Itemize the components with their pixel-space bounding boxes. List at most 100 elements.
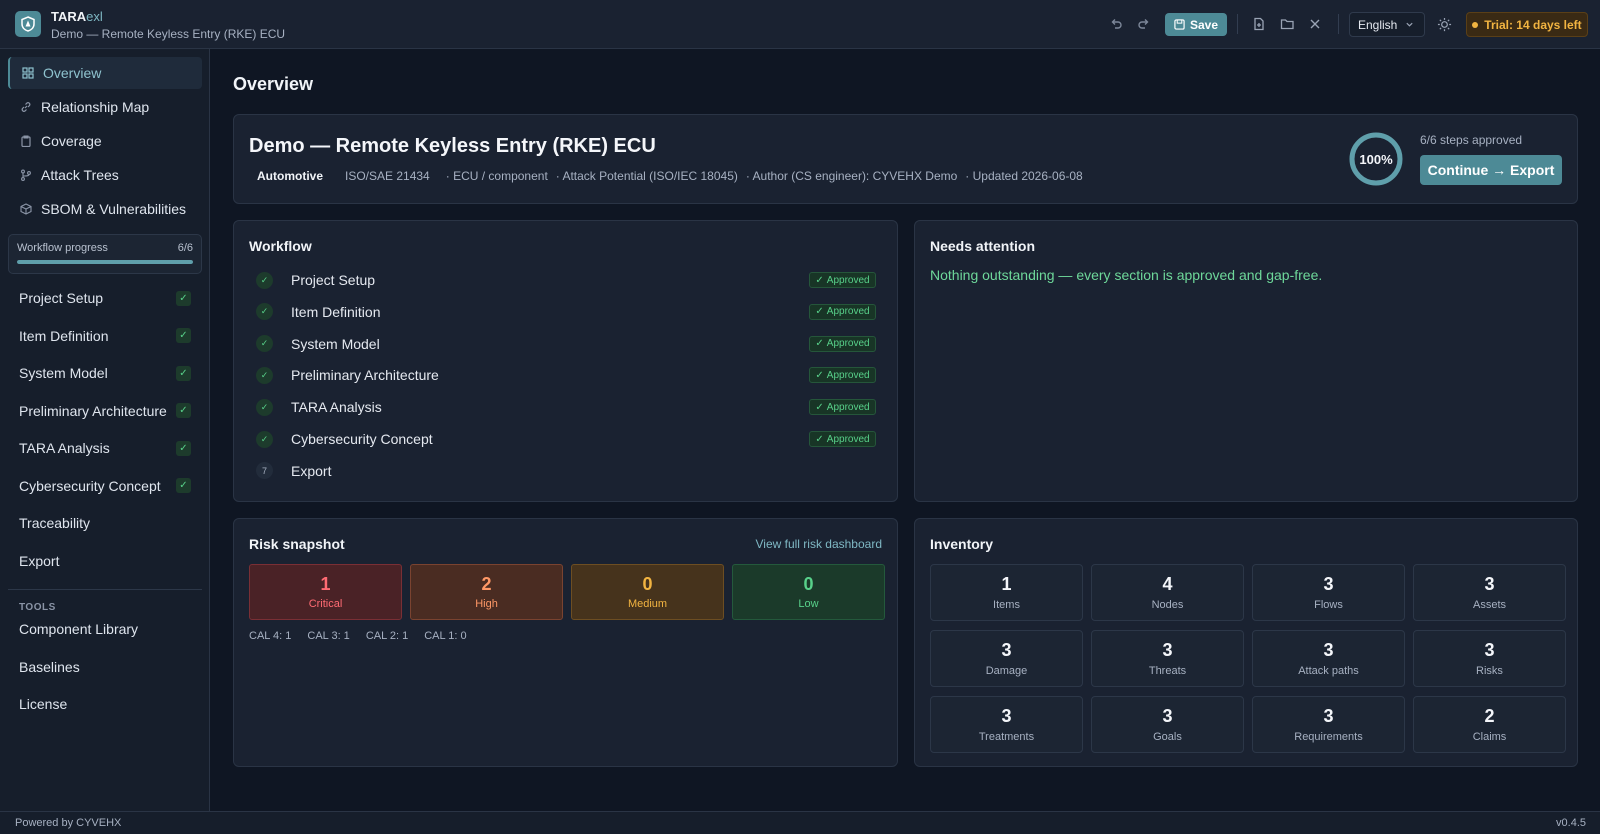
top-bar: TARAexl Demo — Remote Keyless Entry (RKE… [0, 0, 1600, 49]
sidebar-item-sbom[interactable]: SBOM & Vulnerabilities [8, 193, 202, 225]
risk-count: 0 [803, 574, 814, 594]
workflow-step-cybersecurity-concept[interactable]: ✓ Cybersecurity Concept ✓ Approved [256, 427, 876, 451]
sidebar-step-export[interactable]: Export [8, 544, 202, 578]
inventory-goals[interactable]: 3 Goals [1091, 696, 1244, 753]
risk-level-critical[interactable]: 1 Critical [249, 564, 402, 620]
approved-label: Approved [826, 433, 870, 445]
workflow-card: Workflow ✓ Project Setup ✓ Approved ✓ Item De… [233, 220, 898, 502]
continue-export-button[interactable]: Continue → Export [1420, 155, 1562, 185]
risk-snapshot-card: Risk snapshot View full risk dashboard 1… [233, 518, 898, 767]
sidebar-step-preliminary-architecture[interactable]: Preliminary Architecture ✓ [8, 394, 202, 428]
workflow-step-preliminary-architecture[interactable]: ✓ Preliminary Architecture ✓ Approved [256, 363, 876, 387]
sidebar-step-traceability[interactable]: Traceability [8, 506, 202, 540]
inventory-risks[interactable]: 3 Risks [1413, 630, 1566, 687]
check-icon: ✓ [256, 271, 273, 289]
version-label: v0.4.5 [1556, 817, 1586, 829]
cal-count: CAL 4: 1 [249, 630, 292, 642]
check-icon: ✓ [815, 433, 824, 445]
save-label: Save [1189, 17, 1219, 32]
inventory-label: Risks [1476, 665, 1503, 677]
inventory-count: 3 [1001, 640, 1012, 660]
app-title: TARAexl [51, 9, 103, 24]
trial-badge[interactable]: Trial: 14 days left [1466, 12, 1588, 37]
workflow-step-label: Export [291, 462, 332, 479]
powered-by: Powered by CYVEHX [15, 817, 122, 829]
sidebar-step-project-setup[interactable]: Project Setup ✓ [8, 281, 202, 315]
approved-badge: ✓ Approved [809, 431, 876, 447]
inventory-assets[interactable]: 3 Assets [1413, 564, 1566, 621]
workflow-step-export[interactable]: 7 Export [256, 459, 876, 483]
risk-count: 1 [320, 574, 331, 594]
workflow-step-label: Preliminary Architecture [291, 367, 439, 384]
inventory-nodes[interactable]: 4 Nodes [1091, 564, 1244, 621]
inventory-label: Assets [1472, 599, 1506, 611]
redo-icon[interactable] [1134, 14, 1154, 34]
inventory-threats[interactable]: 3 Threats [1091, 630, 1244, 687]
inventory-requirements[interactable]: 3 Requirements [1252, 696, 1405, 753]
sidebar-step-system-model[interactable]: System Model ✓ [8, 356, 202, 390]
inventory-card: Inventory 1 Items 4 Nodes 3 Flows 3 Assets 3 Dama… [914, 518, 1578, 767]
sidebar-tool-baselines[interactable]: Baselines [8, 650, 202, 684]
workflow-step-label: TARA Analysis [291, 399, 382, 416]
approved-badge: ✓ Approved [809, 303, 876, 320]
theme-icon[interactable] [1434, 14, 1454, 34]
check-icon: ✓ [256, 398, 273, 416]
workflow-step-tara-analysis[interactable]: ✓ TARA Analysis ✓ Approved [256, 395, 876, 419]
workflow-step-project-setup[interactable]: ✓ Project Setup ✓ Approved [256, 268, 876, 292]
risk-dashboard-link[interactable]: View full risk dashboard [755, 537, 882, 551]
approved-label: Approved [826, 369, 870, 381]
sidebar-tool-license[interactable]: License [8, 687, 202, 721]
inventory-count: 3 [1162, 706, 1173, 726]
sidebar: Overview Relationship Map Coverage Attac… [0, 49, 210, 811]
steps-approved: 6/6 steps approved [1420, 133, 1523, 147]
package-icon [19, 202, 33, 216]
check-icon: ✓ [176, 365, 191, 381]
sidebar-item-attack-trees[interactable]: Attack Trees [8, 159, 202, 191]
inventory-damage[interactable]: 3 Damage [930, 630, 1083, 687]
inventory-label: Threats [1148, 665, 1187, 677]
inventory-count: 3 [1162, 640, 1173, 660]
sidebar-item-overview[interactable]: Overview [8, 57, 202, 89]
workflow-step-label: Project Setup [291, 272, 376, 288]
risk-level-medium[interactable]: 0 Medium [571, 564, 724, 620]
sidebar-item-label: Overview [43, 65, 102, 81]
workflow-step-item-definition[interactable]: ✓ Item Definition ✓ Approved [256, 300, 876, 324]
inventory-attack-paths[interactable]: 3 Attack paths [1252, 630, 1405, 687]
sidebar-tool-label: Component Library [19, 621, 139, 637]
risk-level-low[interactable]: 0 Low [732, 564, 885, 620]
new-file-icon[interactable] [1249, 14, 1269, 34]
sidebar-step-label: Preliminary Architecture [19, 402, 167, 419]
sidebar-item-label: Coverage [41, 133, 102, 149]
chevron-down-icon [1406, 22, 1413, 27]
check-icon: ✓ [815, 401, 824, 413]
inventory-flows[interactable]: 3 Flows [1252, 564, 1405, 621]
sidebar-step-tara-analysis[interactable]: TARA Analysis ✓ [8, 431, 202, 465]
cal-count: CAL 1: 0 [424, 630, 467, 642]
save-icon [1174, 19, 1185, 30]
inventory-label: Flows [1314, 599, 1343, 611]
close-icon[interactable] [1305, 14, 1325, 34]
risk-label: Low [798, 598, 819, 610]
sidebar-step-item-definition[interactable]: Item Definition ✓ [8, 319, 202, 353]
inventory-items[interactable]: 1 Items [930, 564, 1083, 621]
footer: Powered by CYVEHX v0.4.5 [0, 811, 1600, 834]
language-select[interactable]: English [1349, 12, 1425, 37]
sidebar-item-coverage[interactable]: Coverage [8, 125, 202, 157]
inventory-claims[interactable]: 2 Claims [1413, 696, 1566, 753]
sidebar-tool-component-library[interactable]: Component Library [8, 612, 202, 646]
inventory-treatments[interactable]: 3 Treatments [930, 696, 1083, 753]
sidebar-item-label: Relationship Map [41, 99, 150, 115]
cal-count: CAL 2: 1 [365, 630, 409, 642]
page-title: Overview [233, 74, 314, 94]
approved-label: Approved [826, 274, 870, 286]
open-folder-icon[interactable] [1277, 14, 1297, 34]
risk-level-high[interactable]: 2 High [410, 564, 563, 620]
save-button[interactable]: Save [1165, 13, 1227, 36]
inventory-count: 3 [1323, 706, 1334, 726]
completion-percent: 100% [1359, 151, 1393, 167]
sidebar-step-cybersecurity-concept[interactable]: Cybersecurity Concept ✓ [8, 469, 202, 503]
undo-icon[interactable] [1106, 14, 1126, 34]
sidebar-item-relationship-map[interactable]: Relationship Map [8, 91, 202, 123]
workflow-step-system-model[interactable]: ✓ System Model ✓ Approved [256, 332, 876, 356]
language-value: English [1358, 17, 1398, 32]
